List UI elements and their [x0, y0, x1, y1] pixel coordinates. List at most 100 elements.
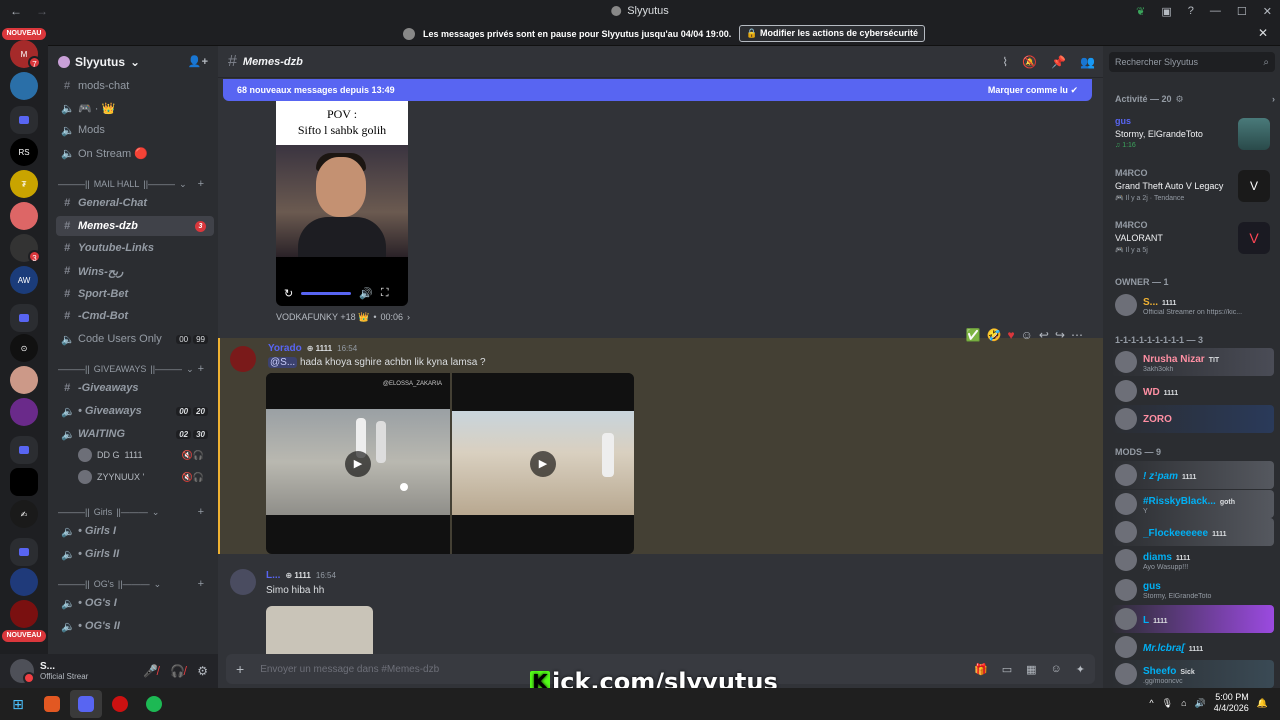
server-icon[interactable]: ✍: [10, 500, 38, 528]
pin-icon[interactable]: 📌: [1051, 55, 1066, 69]
headphones-muted-icon[interactable]: 🎧̸: [170, 664, 185, 678]
maximize-button[interactable]: ☐: [1237, 5, 1247, 18]
clock[interactable]: 5:00 PM 4/4/2026: [1214, 692, 1249, 714]
category-header[interactable]: ———|| MAIL HALL ||——— ⌄ +: [58, 176, 208, 192]
message-highlighted[interactable]: ✅ 🤣 ♥ ☺ ↩ ↪ ⋯ Yorado ⊕ 1111 16:54 @S... …: [218, 328, 1103, 554]
play-icon[interactable]: ▶: [345, 451, 371, 477]
channel-item[interactable]: 🔈 WAITING 02 30: [56, 424, 214, 444]
member-item[interactable]: gus Stormy, ElGrandeToto: [1111, 576, 1274, 604]
folder-icon[interactable]: [10, 436, 38, 464]
user-mention[interactable]: @S...: [268, 357, 298, 368]
image-attachment[interactable]: [266, 606, 373, 656]
back-arrow-icon[interactable]: ←: [10, 4, 22, 18]
channel-item-active[interactable]: # Memes-dzb 3: [56, 216, 214, 236]
video-attachment[interactable]: ▶: [452, 373, 634, 554]
member-item[interactable]: ! z¹pam 1111: [1111, 461, 1274, 489]
reaction-laugh-icon[interactable]: 🤣: [987, 328, 1002, 342]
channel-item[interactable]: # -Giveaways: [56, 378, 214, 398]
reply-icon[interactable]: ↩: [1039, 328, 1049, 342]
author-name[interactable]: Yorado: [268, 343, 302, 354]
video-attachment[interactable]: POV : Sifto l sahbk golih ↻ 🔊 ⛶: [276, 101, 408, 306]
author-name[interactable]: L...: [266, 570, 280, 581]
start-button[interactable]: ⊞: [2, 690, 34, 718]
voice-user[interactable]: DD G 1111 🔇🎧: [78, 445, 208, 465]
members-icon[interactable]: 👥: [1080, 55, 1095, 69]
member-item[interactable]: Sheefo Sick .gg/mooncvc: [1111, 660, 1274, 688]
guild-header[interactable]: Slyyutus ⌄ 👤+: [48, 46, 218, 78]
member-item[interactable]: diams 1111 Ayo Wasupp!!!: [1111, 546, 1274, 574]
server-icon[interactable]: ⊙: [10, 334, 38, 362]
channel-item[interactable]: 🔈 🎮 · 👑: [56, 98, 214, 118]
category-header[interactable]: ———|| Girls ||——— ⌄ +: [58, 504, 208, 520]
folder-icon[interactable]: [10, 304, 38, 332]
server-icon[interactable]: [10, 202, 38, 230]
new-messages-bar[interactable]: 68 nouveaux messages depuis 13:49 Marque…: [223, 79, 1092, 101]
gift-icon[interactable]: 🎁: [974, 663, 988, 676]
leaf-icon[interactable]: ❦: [1136, 5, 1145, 18]
voice-user[interactable]: ZYYNUUX ' 🔇🎧: [78, 467, 208, 487]
volume-slider[interactable]: [301, 291, 352, 295]
channel-item[interactable]: 🔈 • OG's II: [56, 616, 214, 636]
server-icon[interactable]: AW: [10, 266, 38, 294]
taskbar-app[interactable]: [138, 690, 170, 718]
more-icon[interactable]: ⋯: [1071, 328, 1083, 342]
server-icon[interactable]: [10, 568, 38, 596]
security-actions-button[interactable]: 🔒 Modifier les actions de cybersécurité: [739, 25, 926, 42]
taskbar-app[interactable]: [36, 690, 68, 718]
avatar[interactable]: [10, 659, 35, 684]
member-item[interactable]: L 1111: [1111, 605, 1274, 633]
plus-icon[interactable]: +: [198, 363, 204, 375]
add-reaction-icon[interactable]: ☺: [1021, 328, 1033, 342]
gif-icon[interactable]: ▭: [1002, 663, 1012, 676]
member-item[interactable]: Nrusha Nizar TIT 3akh3okh: [1111, 348, 1274, 376]
avatar[interactable]: [230, 569, 256, 595]
inbox-icon[interactable]: ▣: [1161, 5, 1171, 18]
network-icon[interactable]: ⌂: [1181, 698, 1186, 708]
plus-icon[interactable]: +: [198, 506, 204, 518]
close-notice-icon[interactable]: ✕: [1258, 26, 1268, 40]
folder-icon[interactable]: [10, 538, 38, 566]
activity-card[interactable]: gus Stormy, ElGrandeToto ♫ 1:16: [1111, 112, 1274, 160]
mark-as-read-button[interactable]: Marquer comme lu ✔: [988, 85, 1078, 96]
activity-header[interactable]: Activité — 20 ⚙ ›: [1115, 94, 1275, 105]
replay-icon[interactable]: ↻: [284, 287, 293, 300]
channel-item[interactable]: 🔈 • Girls I: [56, 521, 214, 541]
reaction-check-icon[interactable]: ✅: [966, 328, 981, 342]
add-member-icon[interactable]: 👤+: [188, 55, 208, 68]
sticker-icon[interactable]: ▦: [1026, 663, 1036, 676]
plus-icon[interactable]: +: [198, 578, 204, 590]
channel-item[interactable]: 🔈 Code Users Only 00 99: [56, 329, 214, 349]
volume-icon[interactable]: 🔊: [359, 287, 373, 300]
server-icon[interactable]: [10, 600, 38, 628]
server-icon[interactable]: [10, 398, 38, 426]
channel-item[interactable]: # Youtube-Links: [56, 238, 214, 258]
mic-muted-icon[interactable]: 🎤̸: [143, 664, 158, 678]
chevron-up-icon[interactable]: ^: [1149, 698, 1153, 708]
emoji-icon[interactable]: ☺: [1051, 663, 1062, 676]
channel-item[interactable]: # -Cmd-Bot: [56, 306, 214, 326]
volume-icon[interactable]: 🔊: [1195, 698, 1206, 709]
channel-item[interactable]: 🔈 • Giveaways 00 20: [56, 401, 214, 421]
member-item[interactable]: Mr.lcbra[1111: [1111, 633, 1274, 661]
server-icon[interactable]: [10, 366, 38, 394]
channel-item[interactable]: 🔈 Mods: [56, 120, 214, 140]
message-input[interactable]: Envoyer un message dans #Memes-dzb: [260, 664, 439, 675]
plus-icon[interactable]: +: [198, 178, 204, 190]
help-icon[interactable]: ?: [1188, 5, 1194, 17]
bell-icon[interactable]: 🔔: [1257, 698, 1268, 709]
activity-card[interactable]: M4RCO VALORANT 🎮 Il y a 5j V: [1111, 216, 1274, 264]
channel-item[interactable]: # mods-chat: [56, 76, 214, 96]
member-item[interactable]: _Flockeeeeee 1111: [1111, 518, 1274, 546]
server-icon[interactable]: ₮: [10, 170, 38, 198]
gear-icon[interactable]: ⚙: [197, 664, 208, 678]
member-item[interactable]: S... 1111 Official Streamer on https://kic…: [1111, 291, 1274, 319]
video-attachment[interactable]: @ELOSSA_ZAKARIA ▶: [266, 373, 450, 554]
server-icon[interactable]: [10, 72, 38, 100]
folder-icon[interactable]: [10, 106, 38, 134]
member-item[interactable]: #RisskyBlack... goth Y: [1111, 490, 1274, 518]
play-icon[interactable]: ▶: [530, 451, 556, 477]
member-item[interactable]: WD 1111: [1111, 377, 1274, 405]
channel-item[interactable]: # Sport-Bet: [56, 284, 214, 304]
forward-arrow-icon[interactable]: →: [36, 4, 48, 18]
plus-icon[interactable]: +: [236, 661, 244, 677]
